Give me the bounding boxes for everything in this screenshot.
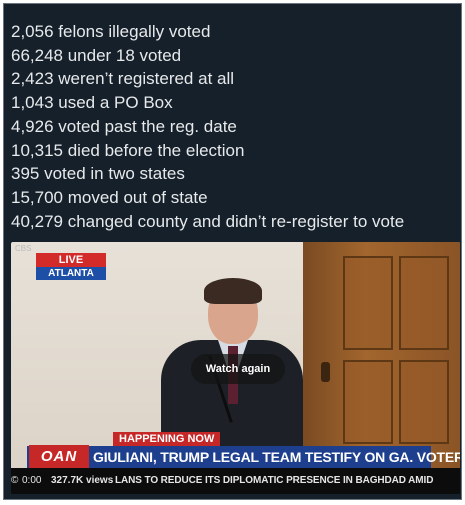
video-player[interactable]: CBS LIVE ATLANTA Watch again HAPPENING N… [11,242,460,494]
tweet-line: 10,315 died before the election [11,140,245,160]
wooden-door [303,242,460,474]
live-label: LIVE [36,253,106,267]
tweet-line: 1,043 used a PO Box [11,93,173,113]
news-headline: GIULIANI, TRUMP LEGAL TEAM TESTIFY ON GA… [93,449,460,465]
tweet-line: 2,056 felons illegally voted [11,22,211,41]
live-badge: LIVE ATLANTA [36,253,106,281]
tweet-text: 2,056 felons illegally voted 66,248 unde… [11,20,404,233]
tweet-line: 15,700 moved out of state [11,187,208,207]
channel-logo: OAN [29,445,89,469]
tweet-line: 4,926 voted past the reg. date [11,116,237,136]
tweet-line: 395 voted in two states [11,164,185,184]
watch-again-button[interactable]: Watch again [191,354,285,384]
tweet-card: 2,056 felons illegally voted 66,248 unde… [3,3,462,500]
tweet-line: 2,423 weren’t registered at all [11,69,235,89]
network-logo: CBS [15,244,32,253]
video-frame[interactable]: CBS LIVE ATLANTA Watch again HAPPENING N… [11,242,460,474]
tweet-line: 40,279 changed county and didn’t re-regi… [11,211,405,231]
news-ticker: LANS TO REDUCE ITS DIPLOMATIC PRESENCE I… [115,475,434,486]
view-count: 327.7K views [51,475,114,486]
location-label: ATLANTA [36,267,106,280]
video-controls: © 0:00 327.7K views LANS TO REDUCE ITS D… [11,468,460,494]
time-display: 0:00 [22,475,42,486]
happening-now-label: HAPPENING NOW [113,432,221,446]
captions-icon[interactable]: © [11,475,18,486]
tweet-line: 66,248 under 18 voted [11,45,182,65]
